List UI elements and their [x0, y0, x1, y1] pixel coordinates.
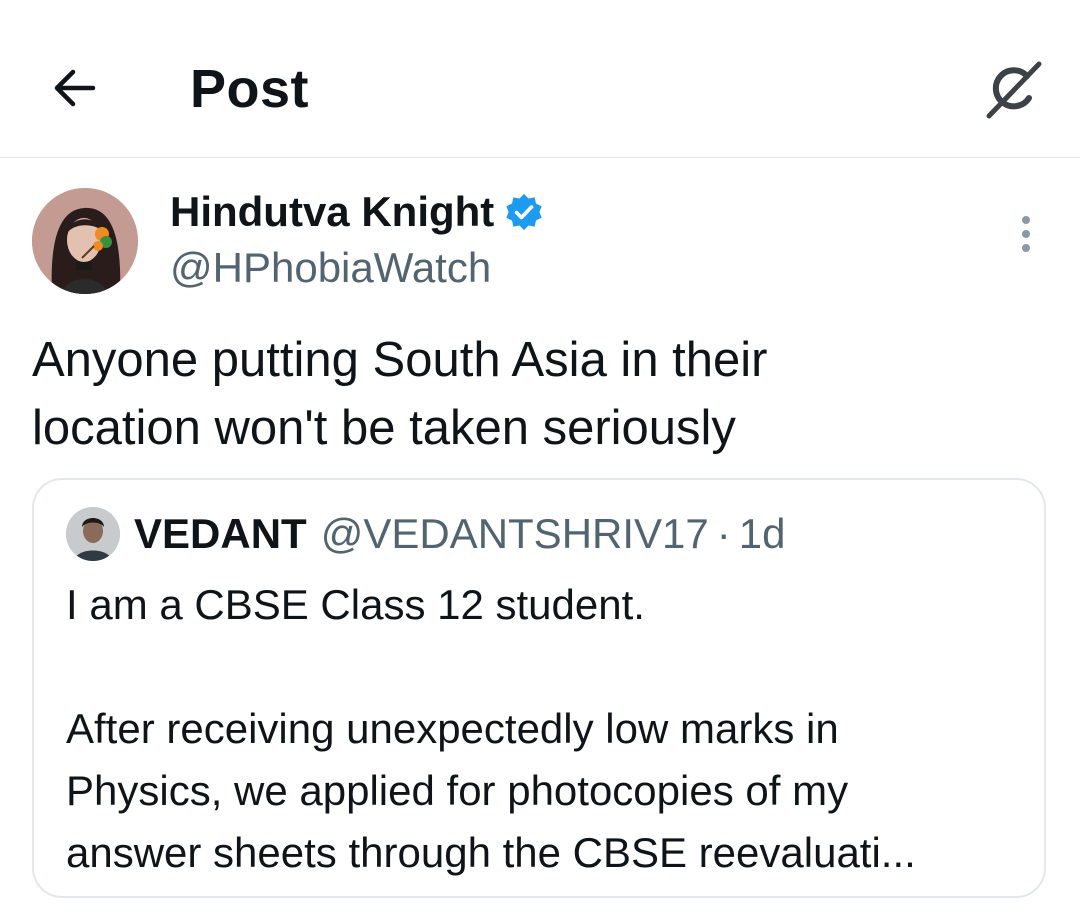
post-detail-screen: Post Hindutva Knight @HPhobiaWatch Anyon…	[0, 0, 1080, 923]
verified-badge-icon	[506, 194, 542, 230]
quoted-text-line: After receiving unexpectedly low marks i…	[66, 705, 839, 752]
back-button[interactable]	[44, 60, 104, 116]
post-text-line: location won't be taken seriously	[32, 401, 736, 455]
quoted-text-line: answer sheets through the CBSE reevaluat…	[66, 829, 916, 876]
grok-icon	[986, 61, 1042, 119]
top-bar: Post	[0, 0, 1080, 158]
author-name-row[interactable]: Hindutva Knight	[170, 184, 544, 240]
author-handle[interactable]: @HPhobiaWatch	[170, 242, 491, 294]
quoted-post-header: VEDANT @VEDANTSHRIV17 · 1d	[66, 504, 785, 564]
quoted-post-card[interactable]: VEDANT @VEDANTSHRIV17 · 1d I am a CBSE C…	[32, 478, 1046, 898]
separator-dot: ·	[716, 510, 731, 557]
quoted-author-avatar	[66, 507, 120, 561]
page-title: Post	[190, 59, 310, 119]
quoted-avatar-image	[66, 507, 120, 561]
more-options-button[interactable]	[1004, 206, 1048, 262]
quoted-author-handle: @VEDANTSHRIV17	[320, 510, 709, 557]
avatar-image	[32, 188, 138, 294]
more-vertical-icon	[1022, 216, 1030, 252]
quoted-paragraph: I am a CBSE Class 12 student.	[66, 581, 645, 628]
quoted-text-line: Physics, we applied for photocopies of m…	[66, 767, 849, 814]
quoted-author-name: VEDANT	[134, 510, 307, 557]
author-avatar[interactable]	[32, 188, 138, 294]
quoted-post-time: 1d	[738, 510, 786, 557]
grok-button[interactable]	[980, 55, 1050, 125]
post-text: Anyone putting South Asia in their locat…	[32, 326, 1042, 462]
arrow-left-icon	[54, 69, 96, 107]
quoted-post-text: I am a CBSE Class 12 student. After rece…	[66, 574, 1016, 884]
post-text-line: Anyone putting South Asia in their	[32, 333, 768, 387]
author-name[interactable]: Hindutva Knight	[170, 184, 494, 240]
